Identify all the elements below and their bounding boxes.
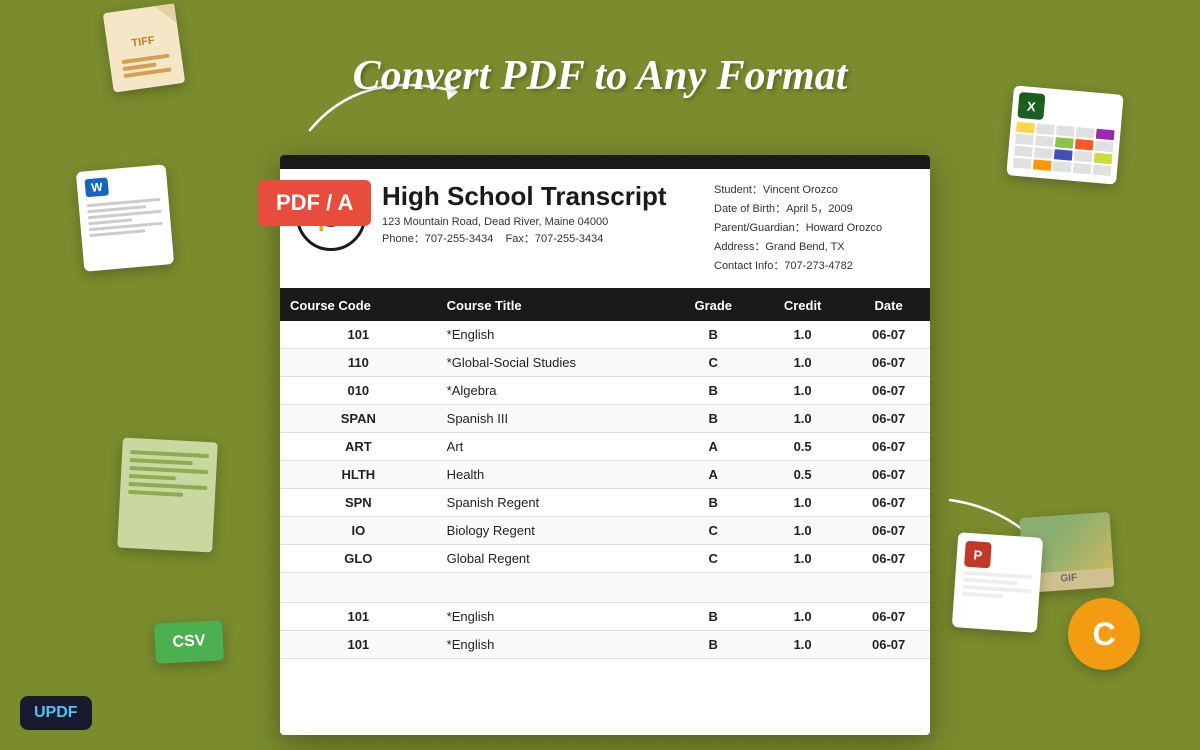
cell-credit: 1.0 (758, 321, 847, 349)
cell-code: ART (280, 433, 437, 461)
cell-credit: 0.5 (758, 433, 847, 461)
cell-title: Global Regent (437, 545, 669, 573)
cell-grade: C (669, 545, 758, 573)
cell-grade: B (669, 321, 758, 349)
doc-student-info: Student：Vincent Orozco Date of Birth：Apr… (714, 181, 914, 276)
col-credit: Credit (758, 290, 847, 321)
cell-title: Health (437, 461, 669, 489)
col-date: Date (847, 290, 930, 321)
table-row: SPAN Spanish III B 1.0 06-07 (280, 405, 930, 433)
table-row: 010 *Algebra B 1.0 06-07 (280, 377, 930, 405)
table-row: 110 *Global-Social Studies C 1.0 06-07 (280, 349, 930, 377)
cell-credit: 0.5 (758, 461, 847, 489)
table-row: GLO Global Regent C 1.0 06-07 (280, 545, 930, 573)
cell-code: 101 (280, 321, 437, 349)
doc-address: 123 Mountain Road, Dead River, Maine 040… (382, 216, 698, 228)
cell-date: 06-07 (847, 433, 930, 461)
doc-title-section: High School Transcript 123 Mountain Road… (382, 181, 698, 276)
table-row: HLTH Health A 0.5 06-07 (280, 461, 930, 489)
col-course-code: Course Code (280, 290, 437, 321)
cell-credit: 1.0 (758, 631, 847, 659)
cell-credit: 1.0 (758, 489, 847, 517)
cell-grade: A (669, 461, 758, 489)
cell-date: 06-07 (847, 349, 930, 377)
c-icon: C (1068, 598, 1140, 670)
table-row: ART Art A 0.5 06-07 (280, 433, 930, 461)
cell-date: 06-07 (847, 517, 930, 545)
cell-grade: B (669, 377, 758, 405)
pdf-badge: PDF / A (258, 180, 371, 226)
table-header-row: Course Code Course Title Grade Credit Da… (280, 290, 930, 321)
cell-title: *English (437, 321, 669, 349)
doc-title: High School Transcript (382, 181, 698, 212)
cell-title: *Global-Social Studies (437, 349, 669, 377)
cell-credit: 1.0 (758, 545, 847, 573)
cell-date: 06-07 (847, 405, 930, 433)
student-address: Address：Grand Bend, TX (714, 238, 914, 254)
doc-header-bar (280, 155, 930, 169)
spreadsheet-icon: X (1006, 85, 1123, 184)
cell-date: 06-07 (847, 545, 930, 573)
cell-credit: 1.0 (758, 603, 847, 631)
cell-credit: 1.0 (758, 517, 847, 545)
cell-title: *English (437, 631, 669, 659)
updf-logo: UPDF (20, 696, 92, 730)
document-panel: 🎓 High School Transcript 123 Mountain Ro… (280, 155, 930, 735)
main-heading: Convert PDF to Any Format (353, 52, 848, 100)
doc-phone-fax: Phone：707-255-3434 Fax：707-255-3434 (382, 230, 698, 246)
cell-title: *English (437, 603, 669, 631)
cell-code: IO (280, 517, 437, 545)
cell-grade: B (669, 405, 758, 433)
cell-title: Spanish Regent (437, 489, 669, 517)
cell-credit: 1.0 (758, 349, 847, 377)
cell-title: Biology Regent (437, 517, 669, 545)
table-row (280, 573, 930, 603)
table-row: IO Biology Regent C 1.0 06-07 (280, 517, 930, 545)
cell-code: HLTH (280, 461, 437, 489)
cell-code: SPN (280, 489, 437, 517)
cell-credit: 1.0 (758, 405, 847, 433)
col-course-title: Course Title (437, 290, 669, 321)
cell-code: 101 (280, 631, 437, 659)
cell-grade: C (669, 517, 758, 545)
cell-code: GLO (280, 545, 437, 573)
student-contact: Contact Info：707-273-4782 (714, 257, 914, 273)
cell-date: 06-07 (847, 461, 930, 489)
cell-date: 06-07 (847, 377, 930, 405)
cell-code: 010 (280, 377, 437, 405)
student-name: Student：Vincent Orozco (714, 181, 914, 197)
cell-date: 06-07 (847, 489, 930, 517)
cell-title: Art (437, 433, 669, 461)
transcript-table: Course Code Course Title Grade Credit Da… (280, 290, 930, 659)
col-grade: Grade (669, 290, 758, 321)
csv-icon: CSV (154, 620, 224, 664)
doc-header: 🎓 High School Transcript 123 Mountain Ro… (280, 169, 930, 290)
table-row: 101 *English B 1.0 06-07 (280, 321, 930, 349)
tiff-icon: TIFF (103, 3, 185, 92)
word-doc-icon: W (76, 164, 174, 271)
cell-code: 110 (280, 349, 437, 377)
cell-date: 06-07 (847, 321, 930, 349)
cell-code: 101 (280, 603, 437, 631)
cell-grade: B (669, 631, 758, 659)
student-parent: Parent/Guardian：Howard Orozco (714, 219, 914, 235)
table-row: 101 *English B 1.0 06-07 (280, 603, 930, 631)
student-dob: Date of Birth：April 5，2009 (714, 200, 914, 216)
cell-date: 06-07 (847, 603, 930, 631)
cell-grade: C (669, 349, 758, 377)
ppt-icon: P (952, 532, 1043, 633)
table-row: SPN Spanish Regent B 1.0 06-07 (280, 489, 930, 517)
cell-title: Spanish III (437, 405, 669, 433)
green-doc-icon (117, 438, 218, 553)
cell-grade: B (669, 489, 758, 517)
table-row: 101 *English B 1.0 06-07 (280, 631, 930, 659)
cell-date: 06-07 (847, 631, 930, 659)
cell-title: *Algebra (437, 377, 669, 405)
cell-grade: A (669, 433, 758, 461)
cell-grade: B (669, 603, 758, 631)
cell-code: SPAN (280, 405, 437, 433)
cell-credit: 1.0 (758, 377, 847, 405)
